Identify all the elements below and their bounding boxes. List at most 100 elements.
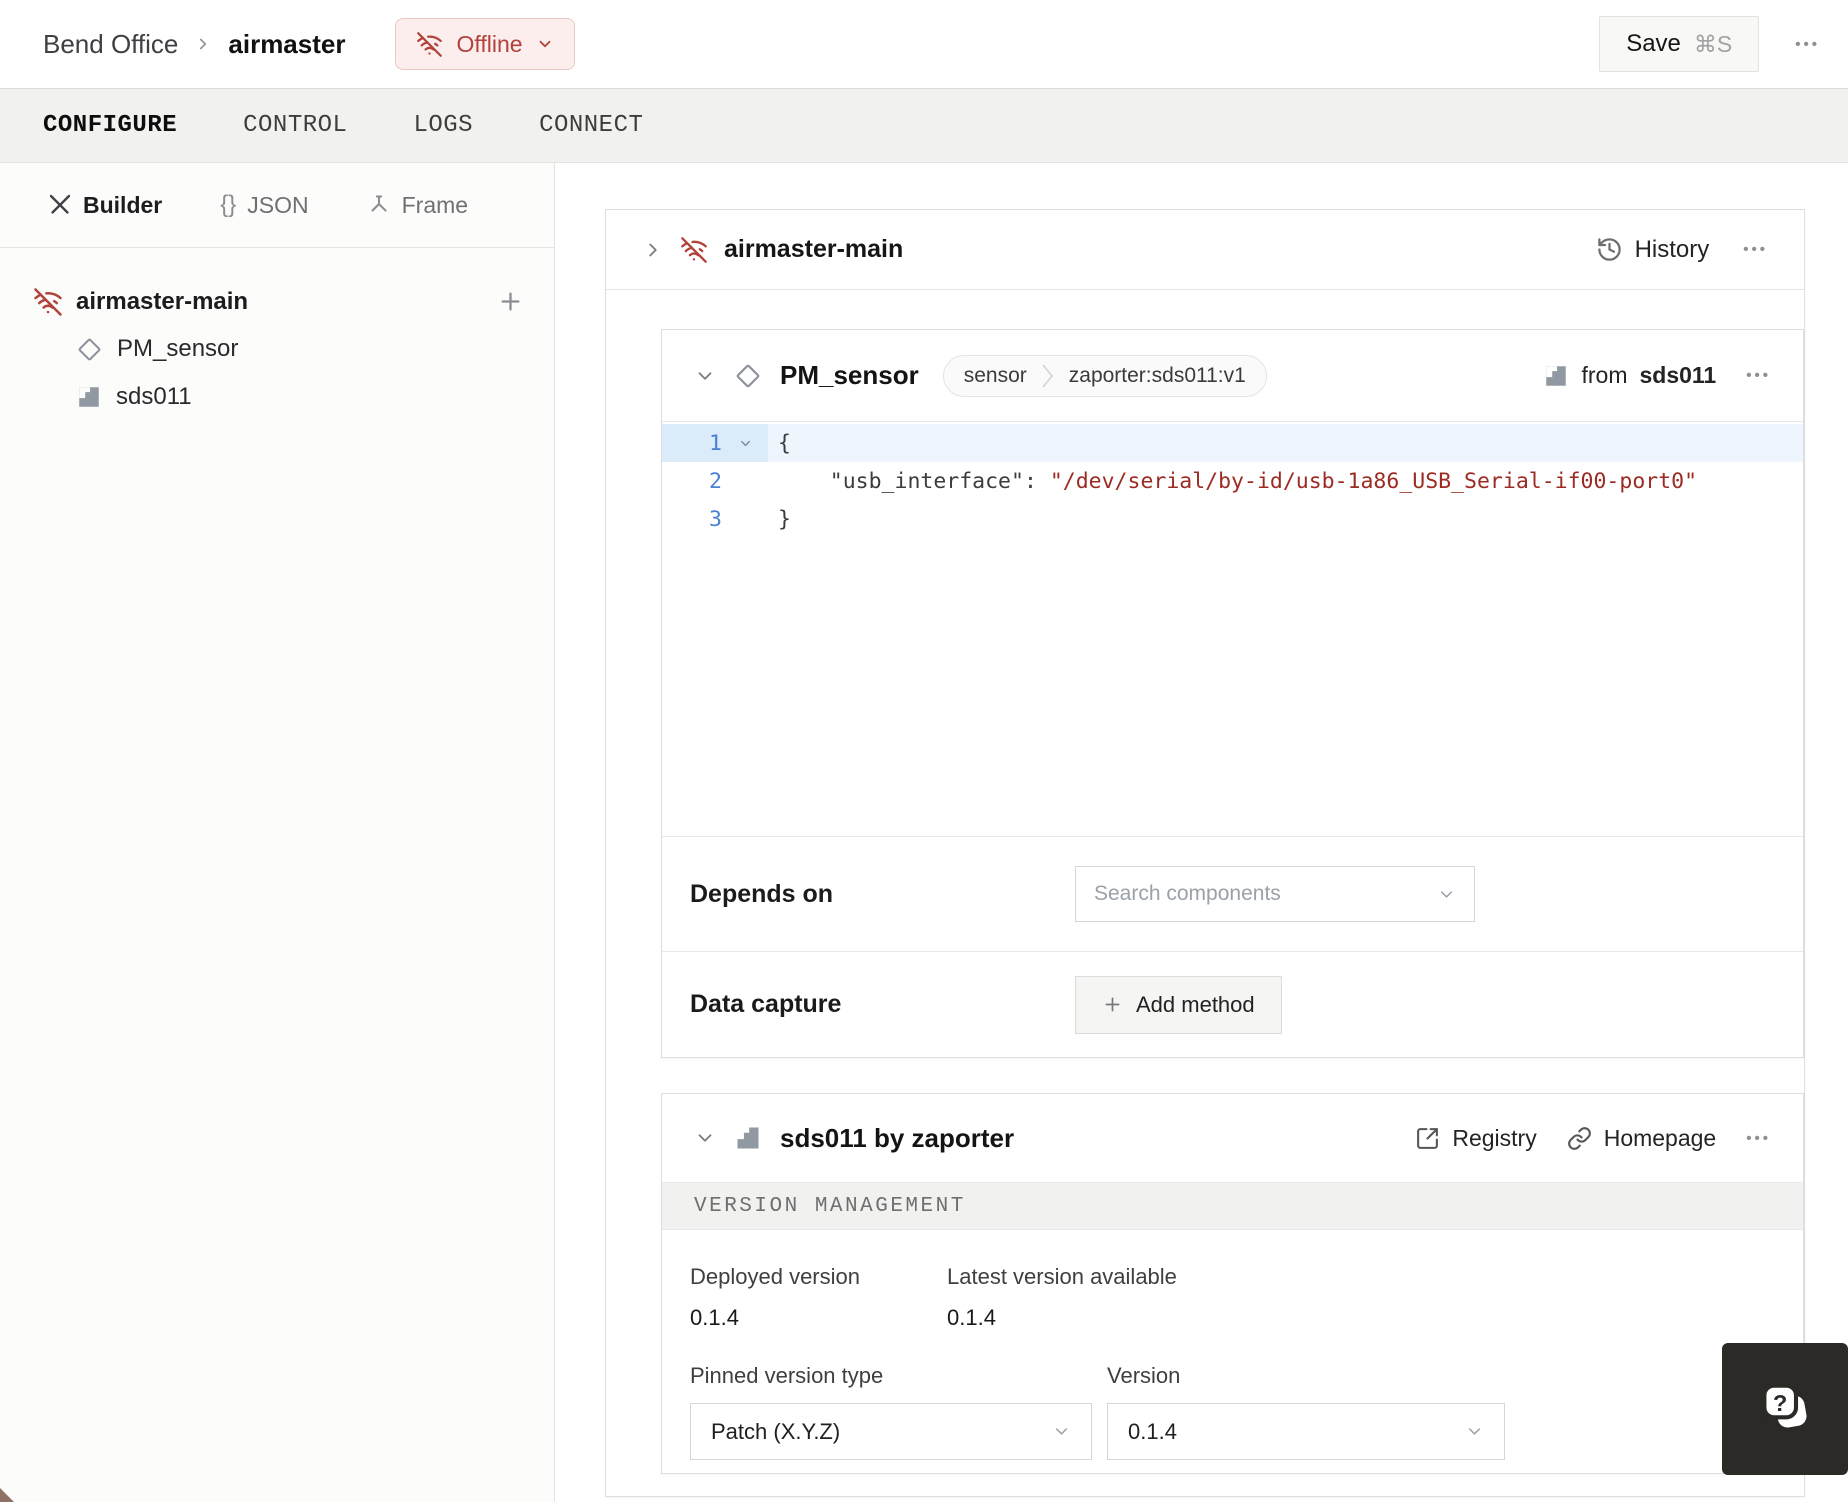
version-management-section-title: VERSION MANAGEMENT (662, 1183, 1803, 1230)
latest-version-label: Latest version available (947, 1264, 1177, 1289)
registry-label: Registry (1452, 1124, 1537, 1151)
tab-logs[interactable]: LOGS (413, 112, 473, 139)
module-overflow-menu[interactable]: ••• (1746, 1130, 1771, 1147)
status-label: Offline (456, 30, 523, 57)
data-capture-section: Data capture Add method (662, 951, 1803, 1057)
pinned-version-type-select[interactable]: Patch (X.Y.Z) (690, 1403, 1092, 1460)
chevron-right-icon (194, 35, 212, 53)
view-mode-switcher: Builder {} JSON Frame (0, 163, 554, 248)
deployed-version-value: 0.1.4 (690, 1305, 739, 1330)
part-header: airmaster-main History ••• (606, 210, 1804, 290)
version-select[interactable]: 0.1.4 (1107, 1403, 1505, 1460)
save-button[interactable]: Save ⌘S (1599, 16, 1760, 72)
mode-frame[interactable]: Frame (367, 192, 468, 219)
mode-json-label: JSON (247, 191, 309, 218)
attributes-json-editor[interactable]: 1 { 2 "usb_interface": "/dev/serial/by-i… (662, 422, 1803, 836)
breadcrumb-org[interactable]: Bend Office (43, 29, 178, 60)
tree-item-airmaster-main[interactable]: airmaster-main (0, 278, 554, 325)
homepage-link[interactable]: Homepage (1567, 1125, 1716, 1152)
mode-builder-label: Builder (83, 191, 163, 218)
part-overflow-menu[interactable]: ••• (1743, 241, 1768, 258)
help-button[interactable]: ? (1722, 1343, 1848, 1475)
code-text: { (778, 430, 791, 456)
module-icon (1543, 363, 1569, 389)
version-value: 0.1.4 (1128, 1418, 1177, 1444)
tools-icon (48, 193, 72, 217)
mode-json[interactable]: {} JSON (220, 191, 308, 219)
badge-divider-chevron-icon (1041, 363, 1055, 389)
chevron-down-icon (1437, 885, 1456, 904)
module-header-actions: Registry Homepage ••• (1415, 1125, 1771, 1152)
depends-on-section: Depends on Search components (662, 836, 1803, 951)
component-card-pm-sensor: PM_sensor sensor zaporter:sds011:v1 from… (661, 329, 1804, 1058)
breadcrumb-machine: airmaster (228, 28, 346, 59)
history-icon (1596, 236, 1623, 263)
history-button[interactable]: History (1596, 236, 1709, 264)
component-diamond-icon (734, 362, 762, 390)
mode-frame-label: Frame (401, 191, 469, 218)
from-prefix: from (1581, 362, 1628, 388)
tab-configure[interactable]: CONFIGURE (43, 112, 177, 139)
chevron-down-icon (1465, 1422, 1484, 1441)
from-module-name: sds011 (1639, 362, 1717, 388)
line-number: 3 (709, 506, 722, 532)
chevron-down-icon (1052, 1422, 1071, 1441)
tree-item-label: PM_sensor (117, 335, 239, 362)
machine-status-badge[interactable]: Offline (395, 18, 575, 70)
version-info-grid: Deployed version 0.1.4 Latest version av… (690, 1264, 1771, 1331)
component-card-header: PM_sensor sensor zaporter:sds011:v1 from… (662, 330, 1803, 422)
version-management-body: Deployed version 0.1.4 Latest version av… (662, 1230, 1803, 1460)
viam-configure-app: Bend Office airmaster Offline Save ⌘S ••… (0, 0, 1848, 1502)
depends-on-select[interactable]: Search components (1075, 866, 1475, 922)
component-overflow-menu[interactable]: ••• (1746, 367, 1771, 384)
tab-control[interactable]: CONTROL (243, 112, 347, 139)
part-actions: History ••• (1596, 236, 1768, 264)
external-link-icon (1415, 1126, 1440, 1151)
code-line-3: 3 } (662, 500, 1803, 538)
wifi-off-icon (416, 31, 443, 58)
tab-connect[interactable]: CONNECT (539, 112, 643, 139)
add-method-button[interactable]: Add method (1075, 975, 1282, 1034)
editor-gutter: 2 (662, 462, 768, 500)
wifi-off-icon (680, 236, 708, 264)
code-text: "usb_interface": "/dev/serial/by-id/usb-… (768, 469, 1697, 494)
tree-item-sds011[interactable]: sds011 (0, 373, 554, 421)
pinned-version-type-value: Patch (X.Y.Z) (711, 1418, 841, 1444)
component-type-badge: sensor zaporter:sds011:v1 (942, 354, 1267, 397)
from-module-link[interactable]: from sds011 (1543, 362, 1716, 389)
mode-builder[interactable]: Builder (48, 192, 162, 219)
code-text: } (778, 506, 791, 532)
latest-version-block: Latest version available 0.1.4 (947, 1264, 1177, 1331)
module-title: sds011 by zaporter (780, 1122, 1015, 1153)
configure-sidebar: Builder {} JSON Frame airmaster-main PM_… (0, 163, 555, 1502)
line-number: 1 (709, 430, 722, 456)
badge-type: sensor (963, 363, 1027, 387)
pinned-version-type-label: Pinned version type (690, 1363, 884, 1388)
json-value: "/dev/serial/by-id/usb-1a86_USB_Serial-i… (1036, 468, 1698, 494)
editor-gutter: 3 (662, 500, 768, 538)
part-title: airmaster-main (724, 235, 904, 263)
line-number: 2 (709, 468, 722, 494)
module-card-header: sds011 by zaporter Registry Homepage ••• (662, 1094, 1803, 1183)
tree-item-pm-sensor[interactable]: PM_sensor (0, 325, 554, 373)
depends-on-placeholder: Search components (1094, 882, 1281, 905)
code-line-1: 1 { (662, 424, 1803, 462)
machine-part-container: airmaster-main History ••• PM_sensor sen… (605, 209, 1805, 1497)
add-resource-button[interactable] (497, 288, 524, 315)
add-method-label: Add method (1136, 991, 1255, 1017)
fold-chevron-icon[interactable] (722, 436, 768, 451)
header-overflow-menu[interactable]: ••• (1795, 36, 1820, 53)
collapse-chevron-icon[interactable] (694, 1127, 716, 1149)
link-icon (1567, 1126, 1592, 1151)
registry-link[interactable]: Registry (1415, 1124, 1537, 1152)
collapse-chevron-icon[interactable] (694, 365, 716, 387)
editor-gutter: 1 (662, 424, 768, 462)
module-icon (76, 384, 102, 410)
configure-main: airmaster-main History ••• PM_sensor sen… (555, 163, 1848, 1502)
module-icon (734, 1124, 762, 1152)
json-key: "usb_interface": (778, 468, 1037, 494)
version-label: Version (1107, 1363, 1181, 1388)
collapse-chevron-icon[interactable] (642, 239, 664, 261)
topbar-actions: Save ⌘S ••• (1599, 16, 1820, 72)
depends-on-label: Depends on (690, 879, 834, 908)
